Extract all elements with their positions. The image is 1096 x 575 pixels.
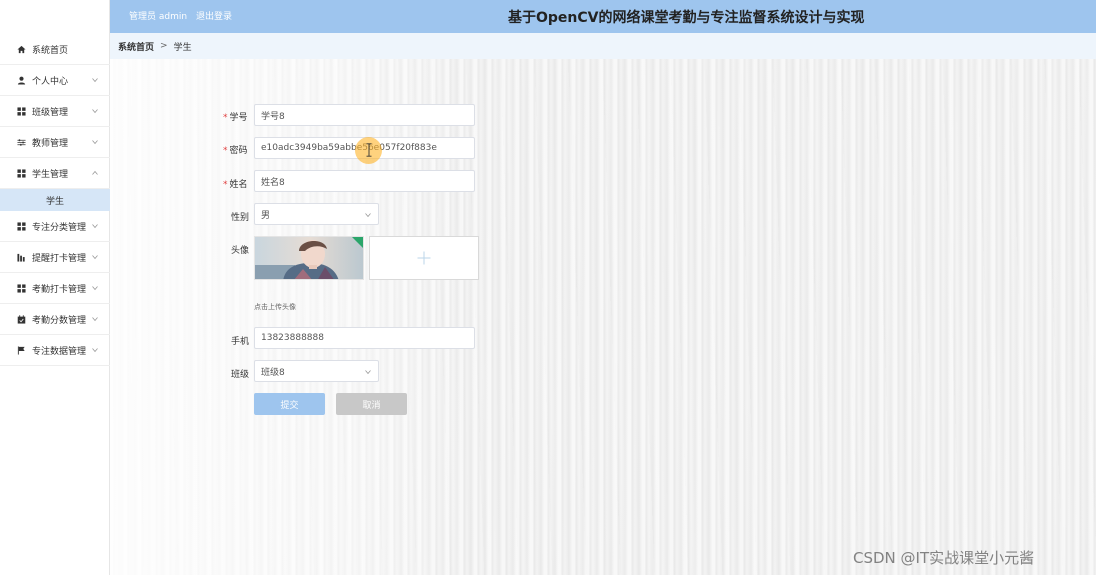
person-icon	[17, 76, 26, 85]
breadcrumb-home[interactable]: 系统首页	[118, 40, 154, 53]
avatar-label: 头像	[231, 246, 250, 256]
sidebar-item-teacher-management[interactable]: 教师管理	[0, 127, 110, 158]
avatar-preview[interactable]	[254, 236, 364, 280]
chevron-down-icon	[92, 254, 98, 260]
avatar-upload-hint: 点击上传头像	[254, 303, 296, 311]
sidebar-item-label: 提醒打卡管理	[32, 253, 87, 264]
sidebar-item-label: 学生管理	[32, 169, 69, 180]
sidebar-item-label: 系统首页	[32, 45, 69, 56]
watermark: CSDN @IT实战课堂小元酱	[853, 549, 1035, 567]
sidebar-item-label: 班级管理	[32, 107, 69, 118]
breadcrumb-current: 学生	[173, 42, 192, 53]
gender-select[interactable]: 男	[254, 203, 379, 225]
grid-icon	[17, 283, 26, 293]
chevron-down-icon	[92, 77, 98, 83]
chevron-down-icon	[92, 347, 98, 353]
gender-label: 性别	[231, 213, 250, 223]
chevron-down-icon	[92, 285, 98, 291]
plus-icon	[417, 251, 431, 265]
phone-label: 手机	[231, 337, 250, 347]
chart-icon	[17, 253, 26, 262]
sidebar-item-focus-data[interactable]: 专注数据管理	[0, 335, 110, 366]
sidebar-subitem-label: 学生	[45, 196, 64, 207]
grid-icon	[17, 221, 26, 231]
student-id-input[interactable]: 学号8	[254, 104, 475, 126]
sidebar-item-focus-category[interactable]: 专注分类管理	[0, 211, 110, 242]
sidebar-item-personal-center[interactable]: 个人中心	[0, 65, 110, 96]
sliders-icon	[17, 138, 26, 147]
sidebar-subitem-student[interactable]: 学生	[0, 189, 110, 211]
submit-button[interactable]: 提交	[254, 393, 325, 415]
sidebar-item-class-management[interactable]: 班级管理	[0, 96, 110, 127]
logout-link[interactable]: 退出登录	[196, 12, 232, 22]
sidebar: 系统首页 个人中心 班级管理 教师管理 学生管理 学生 专注分类管理 提醒打卡管…	[0, 0, 110, 575]
breadcrumb-separator: >	[160, 41, 168, 51]
class-label: 班级	[231, 370, 250, 380]
top-header: 管理员 admin 退出登录 基于OpenCV的网络课堂考勤与专注监督系统设计与…	[110, 0, 1096, 33]
sidebar-item-reminder-checkin[interactable]: 提醒打卡管理	[0, 242, 110, 273]
gender-select-value: 男	[261, 210, 271, 221]
class-select-value: 班级8	[261, 367, 285, 378]
sidebar-item-label: 考勤分数管理	[32, 315, 87, 326]
password-label: * 密码	[223, 146, 248, 156]
grid-icon	[17, 106, 26, 116]
sidebar-item-label: 专注数据管理	[32, 346, 87, 357]
chevron-down-icon	[92, 223, 98, 229]
chevron-down-icon	[365, 369, 371, 375]
user-bar: 管理员 admin 退出登录	[129, 9, 232, 22]
flag-icon	[17, 345, 26, 355]
calendar-icon	[17, 314, 26, 324]
sidebar-item-label: 专注分类管理	[32, 222, 87, 233]
chevron-up-icon	[92, 170, 98, 176]
class-select[interactable]: 班级8	[254, 360, 379, 382]
home-icon	[17, 45, 26, 54]
student-id-label: * 学号	[223, 113, 248, 123]
avatar-upload-button[interactable]	[369, 236, 479, 280]
chevron-down-icon	[92, 108, 98, 114]
system-title: 基于OpenCV的网络课堂考勤与专注监督系统设计与实现	[508, 10, 865, 26]
cancel-button[interactable]: 取消	[336, 393, 407, 415]
current-user-label: 管理员 admin	[129, 12, 188, 22]
sidebar-item-student-management[interactable]: 学生管理	[0, 158, 110, 189]
text-cursor-icon	[366, 143, 372, 157]
grid-icon	[17, 168, 26, 178]
phone-input[interactable]: 13823888888	[254, 327, 475, 349]
sidebar-item-attendance-checkin[interactable]: 考勤打卡管理	[0, 273, 110, 304]
chevron-down-icon	[92, 316, 98, 322]
sidebar-item-label: 教师管理	[32, 138, 69, 149]
breadcrumb: 系统首页 > 学生	[110, 33, 1096, 59]
chevron-down-icon	[365, 212, 371, 218]
chevron-down-icon	[92, 139, 98, 145]
sidebar-item-label: 考勤打卡管理	[32, 284, 87, 295]
sidebar-item-attendance-score[interactable]: 考勤分数管理	[0, 304, 110, 335]
sidebar-item-home[interactable]: 系统首页	[0, 34, 110, 65]
avatar-image	[255, 237, 363, 279]
name-label: * 姓名	[223, 180, 248, 190]
sidebar-item-label: 个人中心	[32, 76, 69, 87]
name-input[interactable]: 姓名8	[254, 170, 475, 192]
